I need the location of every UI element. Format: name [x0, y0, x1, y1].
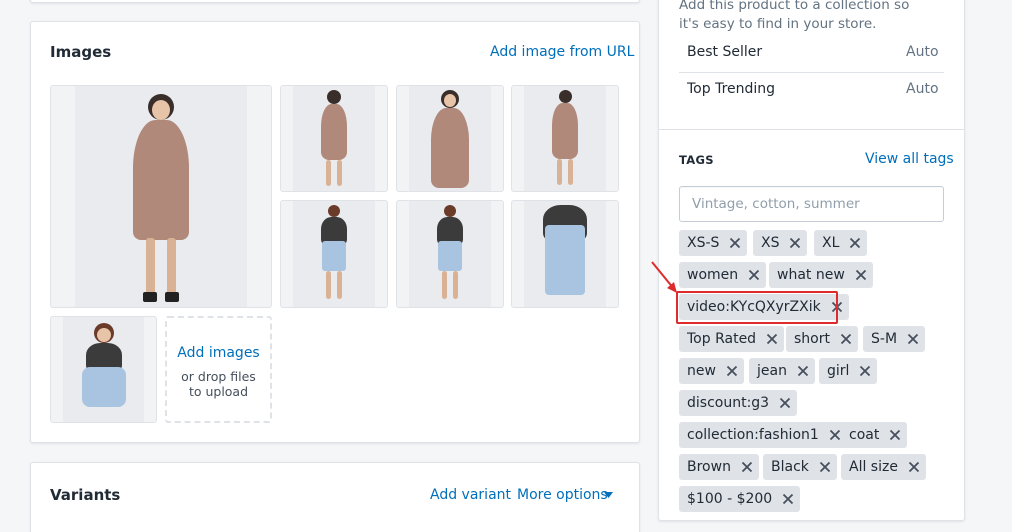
- divider: [679, 72, 944, 73]
- tag-chip: new: [679, 358, 744, 384]
- collection-type: Auto: [906, 81, 939, 97]
- remove-tag-icon[interactable]: [901, 327, 925, 351]
- product-image-6[interactable]: [396, 200, 504, 308]
- product-image-4[interactable]: [511, 85, 619, 192]
- tag-label: XS: [761, 235, 780, 251]
- tag-label: collection:fashion1: [687, 427, 819, 443]
- remove-tag-icon[interactable]: [723, 231, 747, 255]
- tag-label: women: [687, 267, 739, 283]
- tag-label: short: [794, 331, 830, 347]
- annotation-arrow-icon: [651, 261, 677, 293]
- tag-chip: XS-S: [679, 230, 748, 256]
- tags-input[interactable]: [679, 186, 944, 222]
- tag-chip: Brown: [679, 454, 759, 480]
- tag-label: jean: [757, 363, 787, 379]
- remove-tag-icon[interactable]: [849, 263, 873, 287]
- tag-label: girl: [827, 363, 850, 379]
- collection-type: Auto: [906, 44, 939, 60]
- section-divider: [659, 129, 964, 130]
- tag-label: Black: [771, 459, 809, 475]
- remove-tag-icon[interactable]: [735, 455, 759, 479]
- tag-label: XS-S: [687, 235, 720, 251]
- tag-chip: $100 - $200: [679, 486, 801, 512]
- tag-label: $100 - $200: [687, 491, 773, 507]
- tag-chip: XS: [753, 230, 808, 256]
- remove-tag-icon[interactable]: [853, 359, 877, 383]
- highlight-box: [676, 291, 838, 324]
- tag-chip: girl: [819, 358, 878, 384]
- previous-section-card: [30, 0, 640, 3]
- chevron-down-icon[interactable]: [604, 492, 613, 498]
- remove-tag-icon[interactable]: [813, 455, 837, 479]
- more-options-link[interactable]: More options: [517, 487, 608, 503]
- tag-chip: Top Rated: [679, 326, 785, 352]
- remove-tag-icon[interactable]: [720, 359, 744, 383]
- tag-chip: what new: [769, 262, 873, 288]
- product-image-2[interactable]: [280, 85, 388, 192]
- tags-label: TAGS: [679, 153, 714, 167]
- add-image-from-url-link[interactable]: Add image from URL: [490, 44, 634, 60]
- tag-chip: collection:fashion1: [679, 422, 847, 448]
- collection-name: Best Seller: [687, 44, 763, 60]
- tag-chip: discount:g3: [679, 390, 798, 416]
- tag-chip: women: [679, 262, 767, 288]
- product-image-7[interactable]: [511, 200, 619, 308]
- product-image-3[interactable]: [396, 85, 504, 192]
- remove-tag-icon[interactable]: [883, 423, 907, 447]
- tag-label: coat: [849, 427, 880, 443]
- variants-title: Variants: [50, 486, 121, 504]
- remove-tag-icon[interactable]: [791, 359, 815, 383]
- product-image-5[interactable]: [280, 200, 388, 308]
- product-image-main[interactable]: [50, 85, 272, 308]
- add-images-link[interactable]: Add images: [167, 345, 270, 361]
- remove-tag-icon[interactable]: [776, 487, 800, 511]
- dropzone-hint: or drop files to upload: [181, 369, 256, 399]
- images-title: Images: [50, 43, 112, 61]
- add-variant-link[interactable]: Add variant: [430, 487, 511, 503]
- tag-label: what new: [777, 267, 845, 283]
- tag-label: S-M: [871, 331, 898, 347]
- remove-tag-icon[interactable]: [760, 327, 784, 351]
- remove-tag-icon[interactable]: [773, 391, 797, 415]
- tag-chip: All size: [841, 454, 926, 480]
- remove-tag-icon[interactable]: [902, 455, 926, 479]
- collection-name: Top Trending: [687, 81, 776, 97]
- remove-tag-icon[interactable]: [843, 231, 867, 255]
- tag-label: new: [687, 363, 716, 379]
- model-figure: [116, 94, 206, 304]
- remove-tag-icon[interactable]: [742, 263, 766, 287]
- tag-chip: short: [786, 326, 858, 352]
- tag-label: XL: [822, 235, 840, 251]
- tag-chip: Black: [763, 454, 837, 480]
- tag-label: All size: [849, 459, 898, 475]
- tag-label: Top Rated: [687, 331, 757, 347]
- collections-help-text: Add this product to a collection so it's…: [679, 0, 910, 32]
- remove-tag-icon[interactable]: [783, 231, 807, 255]
- tag-chip: jean: [749, 358, 815, 384]
- remove-tag-icon[interactable]: [834, 327, 858, 351]
- tag-chip: S-M: [863, 326, 926, 352]
- view-all-tags-link[interactable]: View all tags: [865, 151, 954, 167]
- image-dropzone[interactable]: Add images or drop files to upload: [165, 316, 272, 423]
- product-image-8[interactable]: [50, 316, 157, 423]
- tag-chip: coat: [841, 422, 908, 448]
- tag-label: discount:g3: [687, 395, 770, 411]
- tag-chip: XL: [814, 230, 868, 256]
- tag-label: Brown: [687, 459, 731, 475]
